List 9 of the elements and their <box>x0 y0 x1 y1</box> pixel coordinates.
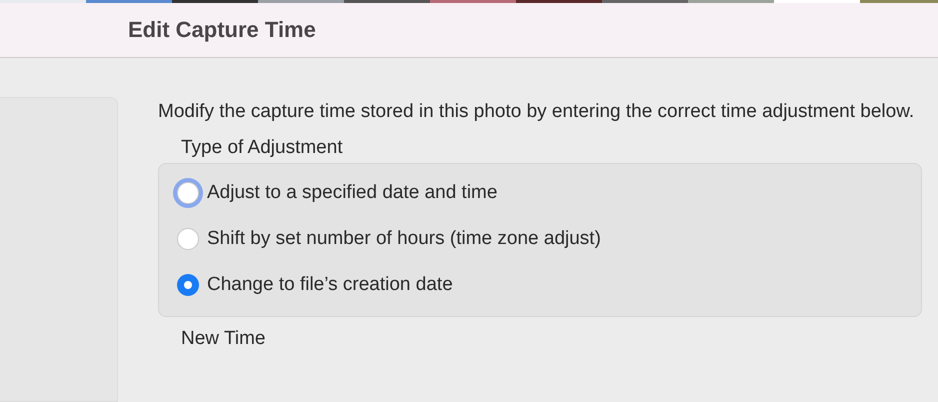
description-text: Modify the capture time stored in this photo by entering the correct time adjustment below. <box>158 100 916 124</box>
window-title: Edit Capture Time <box>128 17 316 43</box>
radio-button[interactable] <box>177 274 199 296</box>
section-heading: New Time <box>181 328 266 350</box>
section-heading: Type of Adjustment <box>181 137 343 159</box>
radio-option[interactable]: Adjust to a specified date and time <box>173 170 921 216</box>
radio-option[interactable]: Change to file’s creation date <box>173 262 921 308</box>
radio-button[interactable] <box>177 228 199 250</box>
radio-option[interactable]: Shift by set number of hours (time zone adjust) <box>173 216 921 262</box>
